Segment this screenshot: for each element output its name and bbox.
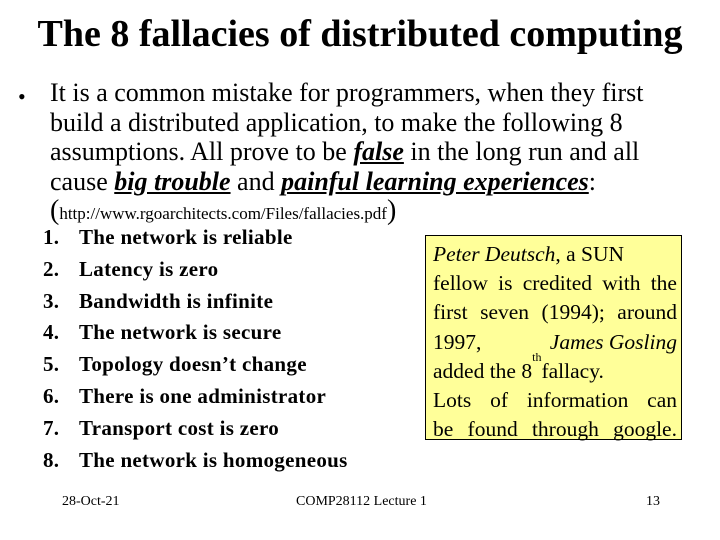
emphasis-big-trouble: big trouble [114,166,231,196]
list-item: 8. The network is homogeneous [43,447,348,472]
person-name: Peter Deutsch [433,242,556,266]
intro-text: : [588,166,596,196]
footer-page-number: 13 [646,494,660,509]
footer-date: 28-Oct-21 [62,494,120,509]
emphasis-painful-learning: painful learning experiences [281,166,589,196]
list-item: 4. The network is secure [43,320,282,345]
intro-paragraph: It is a common mistake for programmers, … [50,78,644,226]
list-item: 1. The network is reliable [43,225,293,249]
history-note-box: Peter Deutsch, a SUN fellow is credited wit… [425,235,682,441]
footer-course: COMP28112 Lecture 1 [296,494,427,509]
list-item: 2. Latency is zero [43,256,219,281]
reference-url[interactable]: http://www.rgoarchitects.com/Files/falla… [59,204,387,223]
emphasis-false: false [353,137,404,166]
person-name: James Gosling [549,329,677,354]
list-item: 6. There is one administrator [43,383,327,408]
list-item: 7. Transport cost is zero [43,415,280,440]
fallacies-list: 1. The network is reliable 2. Latency is z… [43,225,348,479]
list-item: 3. Bandwidth is infinite [43,288,274,313]
slide-title: The 8 fallacies of distributed computing [37,13,683,55]
bullet-icon: • [18,84,26,109]
intro-text: and [230,166,282,196]
list-item: 5. Topology doesn’t change [43,352,307,377]
